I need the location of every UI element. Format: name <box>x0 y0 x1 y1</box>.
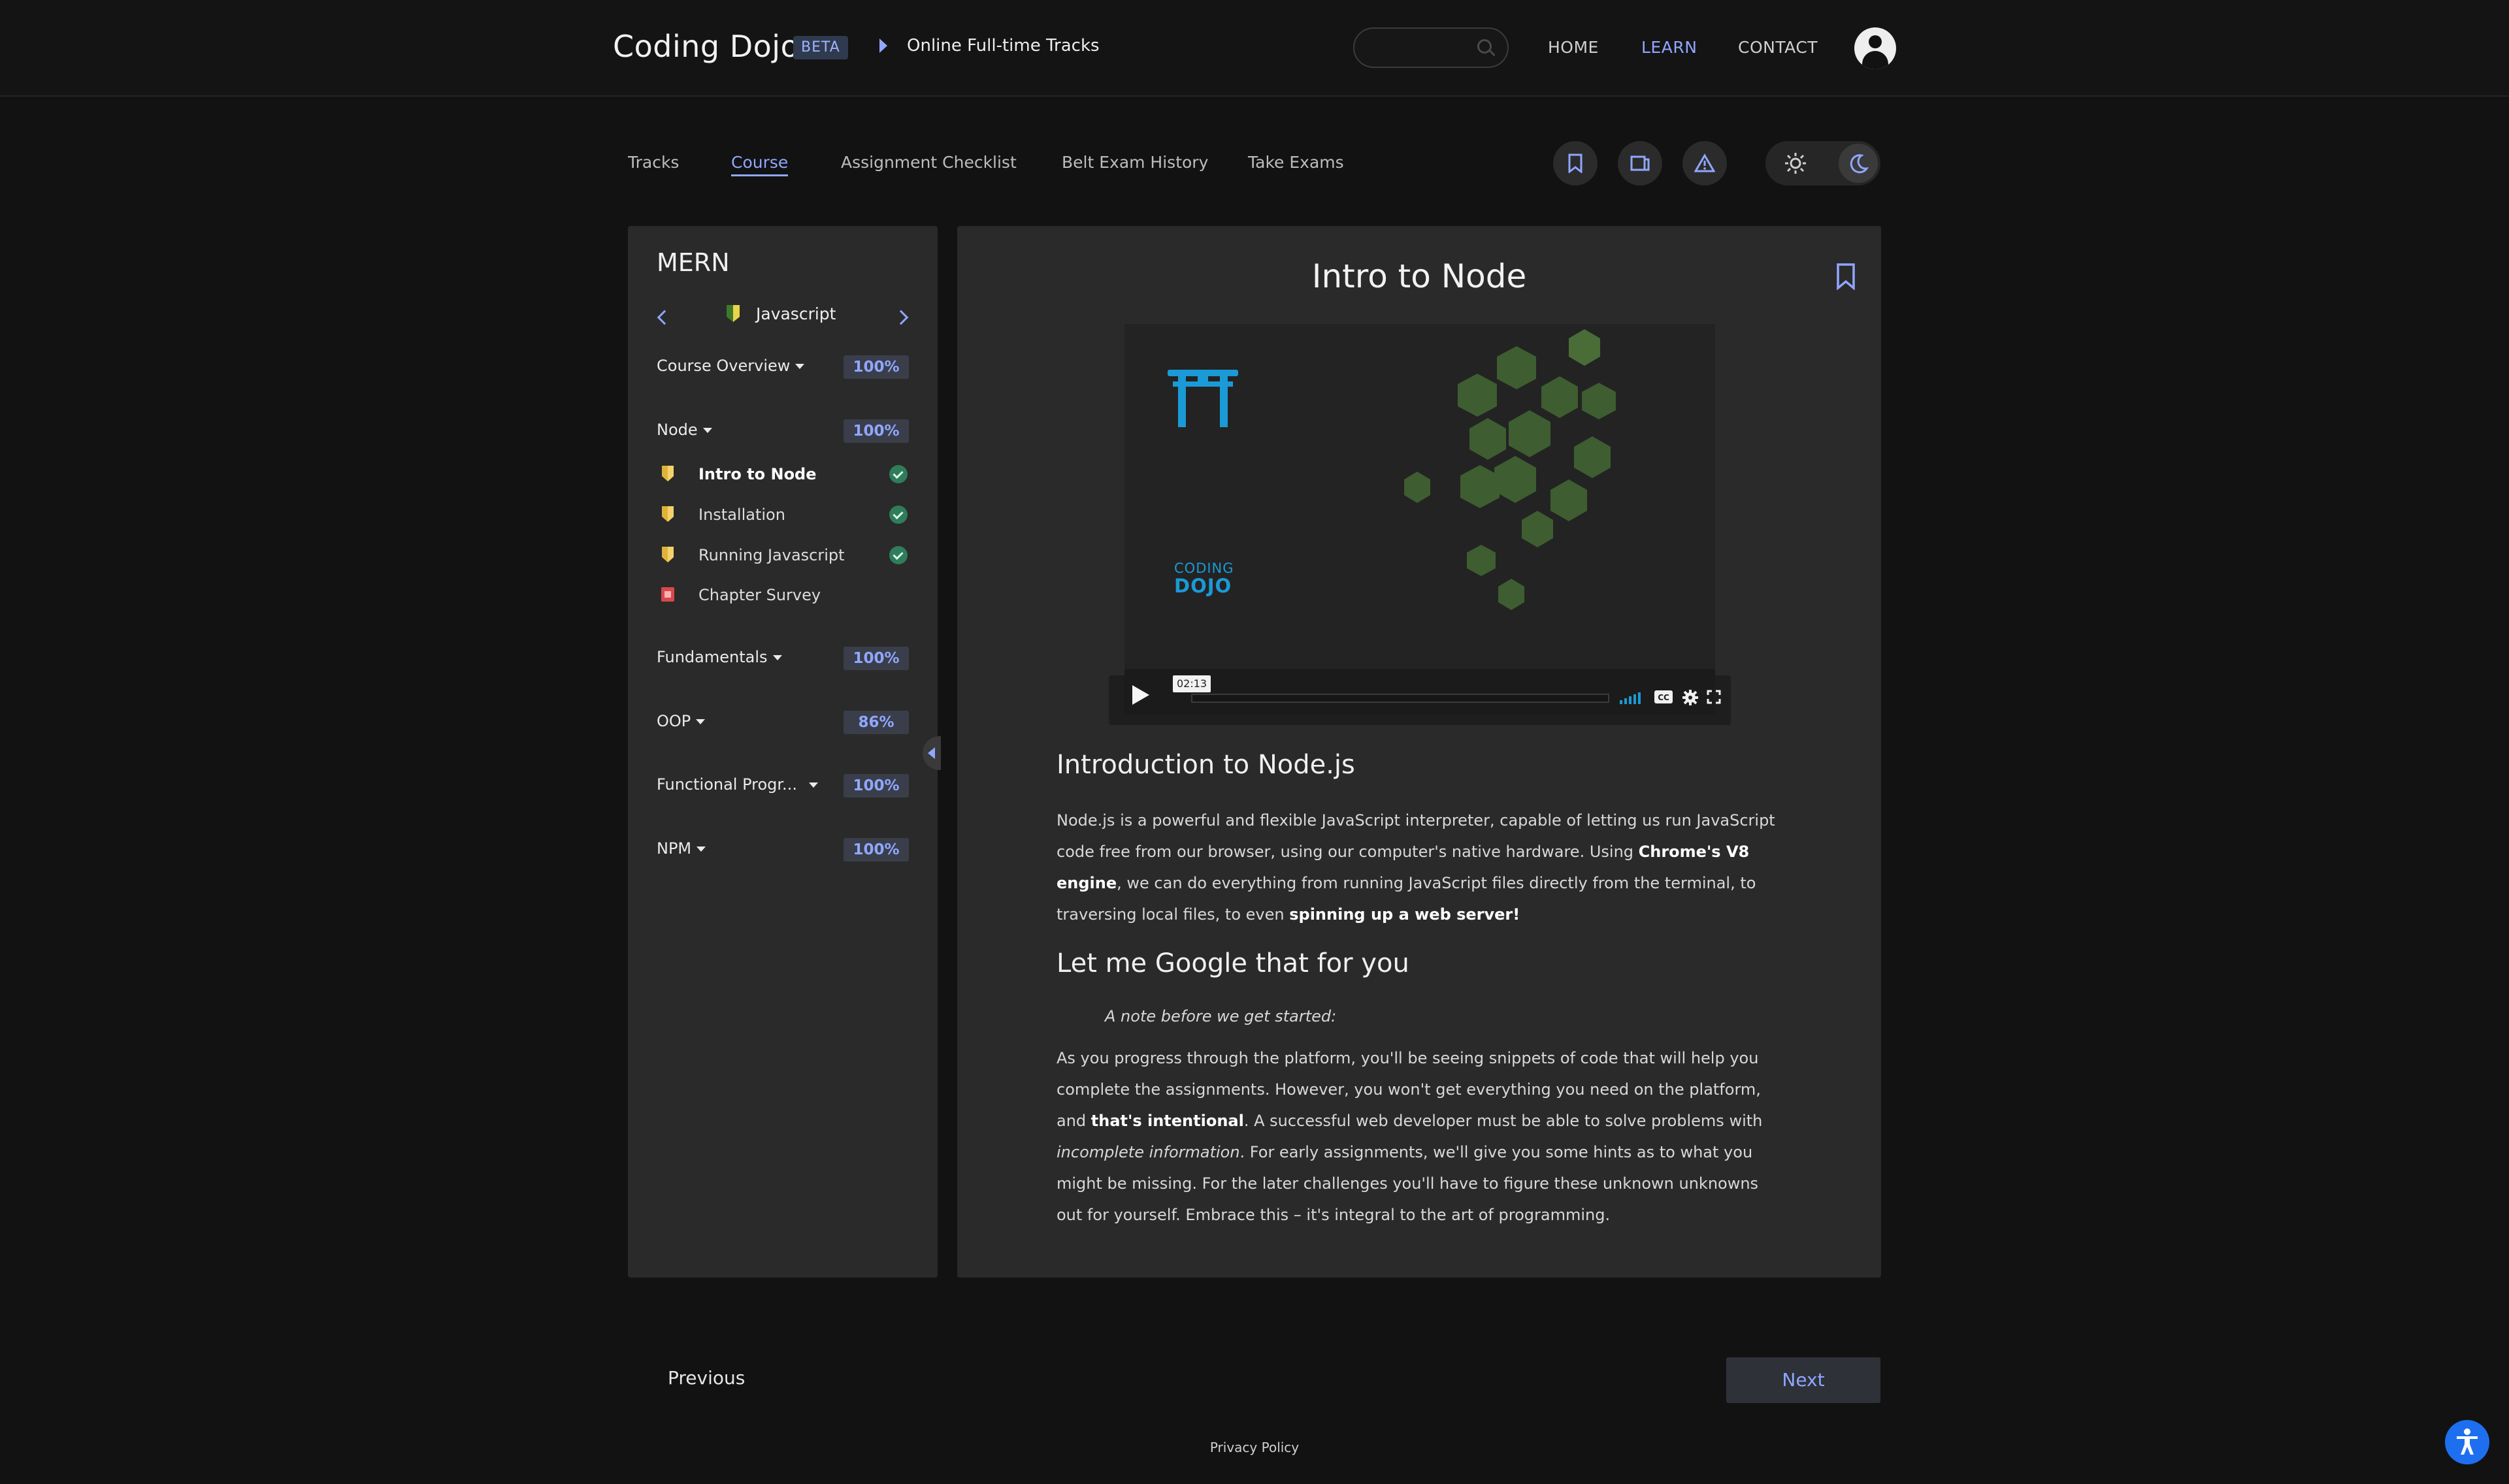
tab-belt-exam-history[interactable]: Belt Exam History <box>1062 153 1208 172</box>
chevron-left-icon[interactable] <box>657 310 672 325</box>
lesson-title: Intro to Node <box>1311 257 1527 295</box>
survey-icon <box>661 587 674 602</box>
chevron-right-icon[interactable] <box>893 310 909 325</box>
tab-take-exams[interactable]: Take Exams <box>1248 153 1344 172</box>
fullscreen-icon[interactable] <box>1707 690 1721 704</box>
moon-icon[interactable] <box>1839 144 1878 183</box>
paragraph-progress: As you progress through the platform, yo… <box>1057 1049 1763 1224</box>
note-text: A note before we get started: <box>1105 1007 1337 1025</box>
video-thumbnail <box>1131 329 1616 695</box>
progress-badge: 86% <box>844 711 909 734</box>
heading-introduction: Introduction to Node.js <box>1057 750 1355 780</box>
sun-icon[interactable] <box>1780 148 1811 179</box>
section-course-overview[interactable]: Course Overview <box>657 357 805 375</box>
svg-text:CC: CC <box>1658 693 1669 702</box>
bookmark-icon[interactable] <box>1836 263 1856 290</box>
heading-google: Let me Google that for you <box>1057 948 1409 978</box>
lesson-running-javascript[interactable]: Running Javascript <box>698 546 845 564</box>
progress-badge: 100% <box>844 419 909 443</box>
nav-contact[interactable]: CONTACT <box>1738 38 1818 57</box>
search-input[interactable] <box>1353 27 1509 68</box>
lesson-shield-icon <box>662 466 674 481</box>
accessibility-button[interactable] <box>2445 1420 2489 1464</box>
section-npm[interactable]: NPM <box>657 839 706 858</box>
javascript-shield-icon <box>727 305 740 322</box>
accessibility-icon <box>2457 1428 2478 1455</box>
video-time-badge: 02:13 <box>1173 675 1211 692</box>
lesson-shield-icon <box>662 506 674 522</box>
course-sidebar: MERN Javascript Course Overview 100% Nod… <box>628 226 938 1278</box>
lesson-panel: Intro to Node CODING DOJO 02:13 CC Intro… <box>957 226 1881 1278</box>
lesson-installation[interactable]: Installation <box>698 506 785 524</box>
breadcrumb-chevron-icon <box>879 39 887 53</box>
nav-learn[interactable]: LEARN <box>1641 38 1697 57</box>
video-player[interactable] <box>1124 324 1715 715</box>
lesson-chapter-survey[interactable]: Chapter Survey <box>698 586 821 604</box>
completed-check-icon <box>889 465 908 483</box>
lesson-intro-to-node[interactable]: Intro to Node <box>698 465 817 483</box>
sidebar-title: MERN <box>657 248 730 277</box>
tab-assignment-checklist[interactable]: Assignment Checklist <box>841 153 1017 172</box>
previous-button[interactable]: Previous <box>668 1367 745 1389</box>
captions-icon[interactable]: CC <box>1654 690 1673 704</box>
bookmarks-button[interactable] <box>1553 141 1598 186</box>
reading-button[interactable] <box>1618 141 1662 186</box>
user-avatar-icon[interactable] <box>1854 27 1896 69</box>
video-progress-track[interactable] <box>1191 694 1609 703</box>
video-logo-text-bold: DOJO <box>1174 575 1232 597</box>
report-issue-button[interactable] <box>1682 141 1727 186</box>
beta-badge: BETA <box>793 36 848 59</box>
progress-badge: 100% <box>844 355 909 379</box>
completed-check-icon <box>889 546 908 564</box>
top-navbar: Coding Dojo BETA Online Full-time Tracks… <box>0 0 2509 97</box>
warning-icon <box>1694 153 1715 172</box>
bookmark-icon <box>1568 153 1582 173</box>
progress-badge: 100% <box>844 647 909 670</box>
language-label: Javascript <box>756 304 836 323</box>
privacy-policy-link[interactable]: Privacy Policy <box>0 1440 2509 1455</box>
lesson-shield-icon <box>662 547 674 562</box>
volume-icon[interactable] <box>1620 691 1643 704</box>
brand-logo[interactable]: Coding Dojo <box>613 29 799 64</box>
completed-check-icon <box>889 506 908 524</box>
next-button[interactable]: Next <box>1726 1357 1880 1403</box>
progress-badge: 100% <box>844 838 909 862</box>
search-icon <box>1477 39 1492 54</box>
section-node[interactable]: Node <box>657 421 712 439</box>
section-oop[interactable]: OOP <box>657 712 706 730</box>
theme-toggle[interactable] <box>1765 141 1880 186</box>
tab-course[interactable]: Course <box>731 153 789 176</box>
nav-home[interactable]: HOME <box>1548 38 1599 57</box>
settings-icon[interactable] <box>1682 690 1698 705</box>
progress-badge: 100% <box>844 774 909 798</box>
section-functional-programming[interactable]: Functional Progr... <box>657 775 818 794</box>
paragraph-intro: Node.js is a powerful and flexible JavaS… <box>1057 811 1775 924</box>
tab-tracks[interactable]: Tracks <box>628 153 679 172</box>
video-logo-text: CODING <box>1174 560 1234 576</box>
play-icon[interactable] <box>1130 683 1151 707</box>
book-icon <box>1630 155 1650 171</box>
breadcrumb[interactable]: Online Full-time Tracks <box>907 36 1100 56</box>
section-fundamentals[interactable]: Fundamentals <box>657 648 782 666</box>
